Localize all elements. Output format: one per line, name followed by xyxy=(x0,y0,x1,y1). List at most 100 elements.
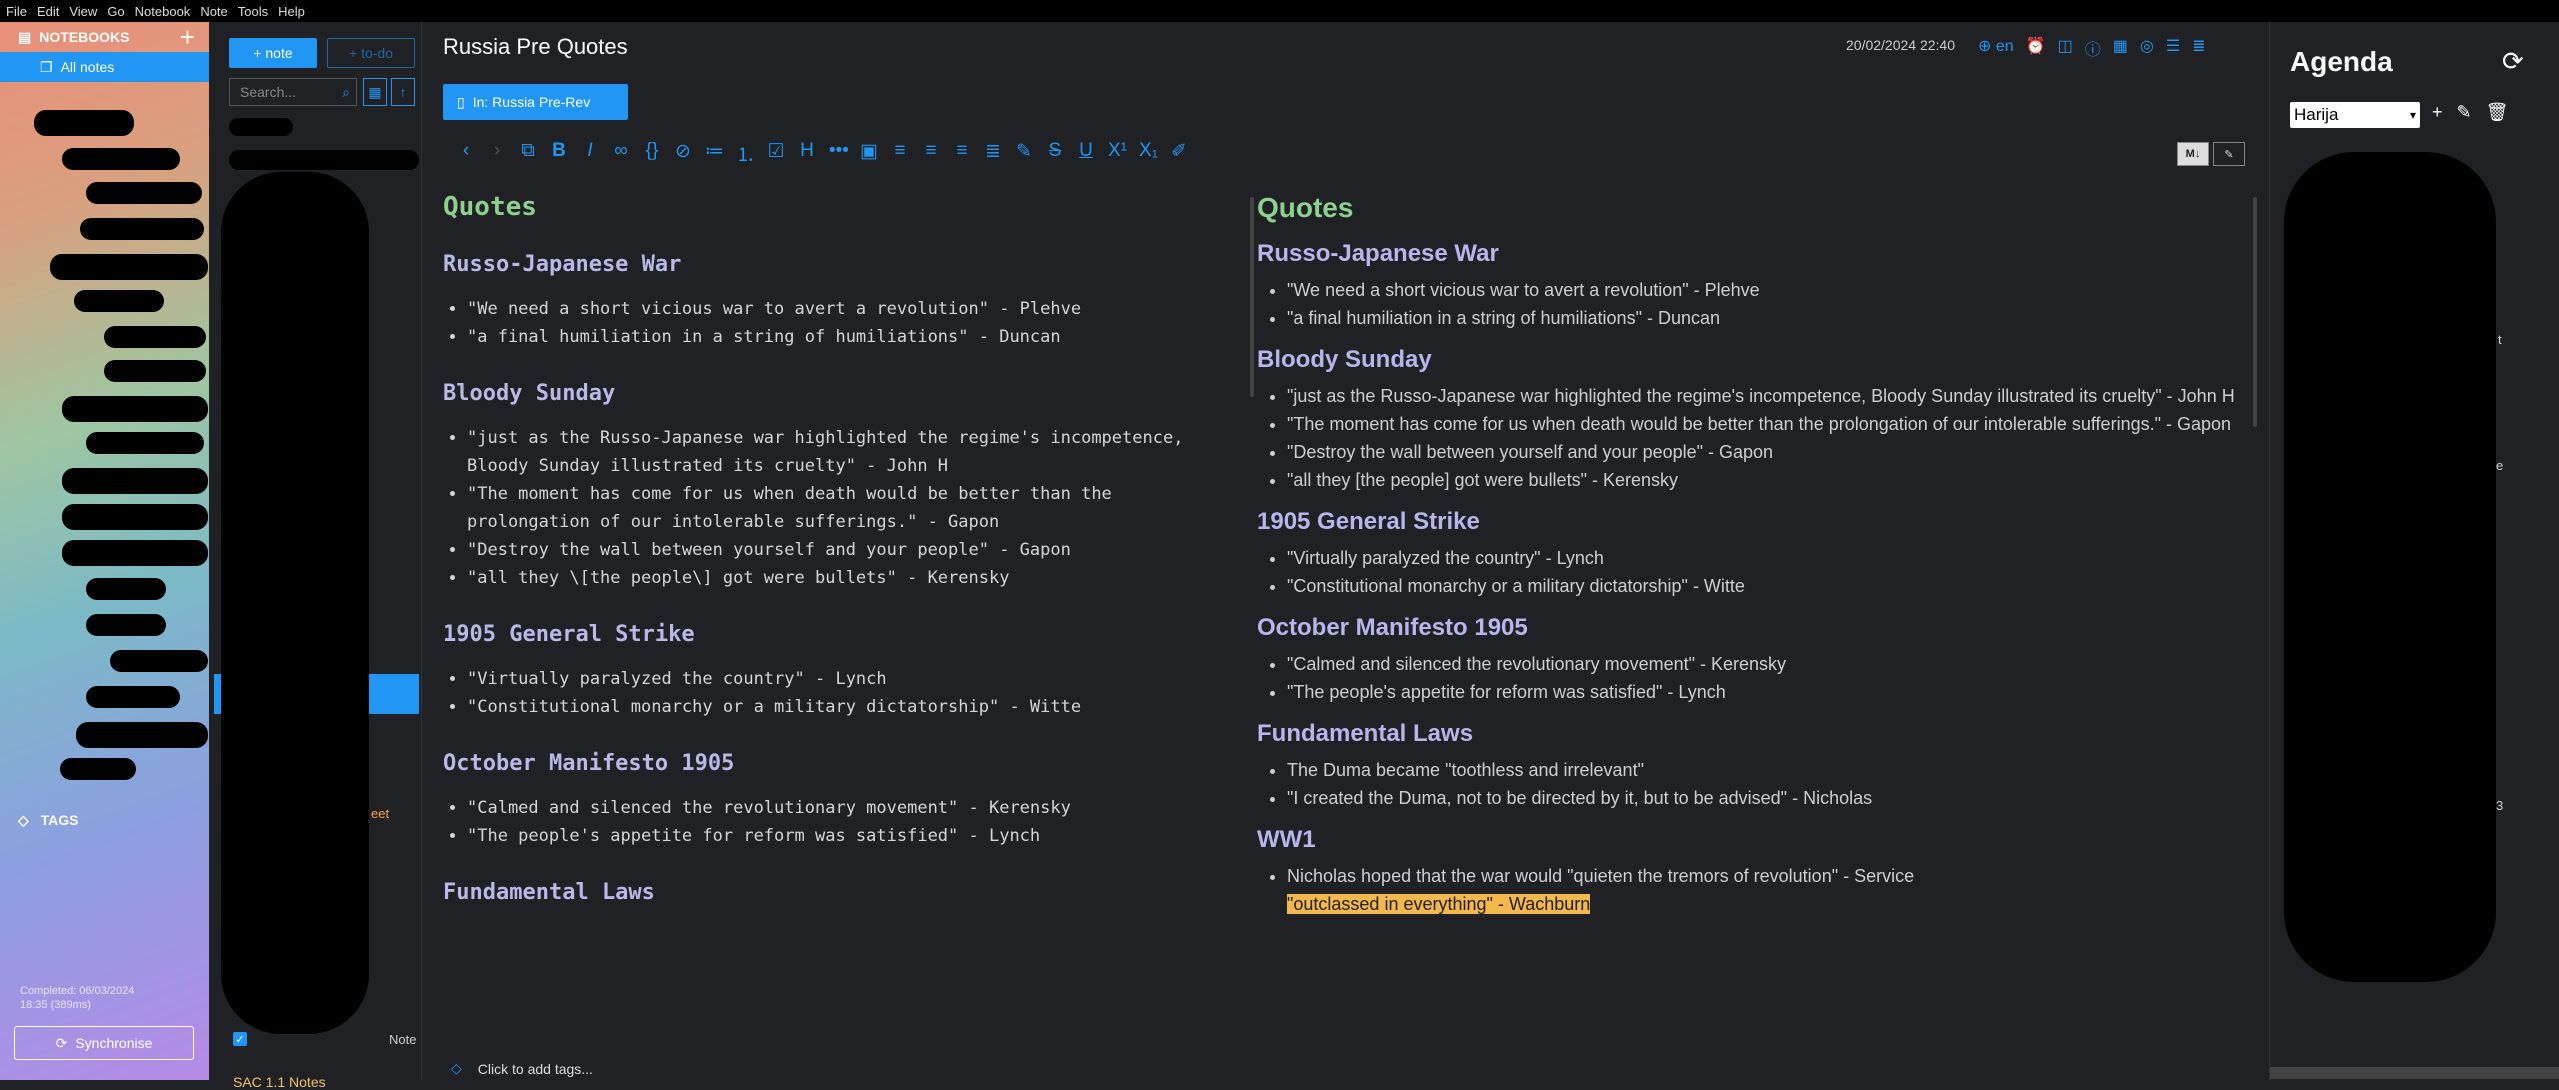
todo-checkbox[interactable]: ✓ xyxy=(233,1032,247,1046)
info-icon[interactable]: ⓘ xyxy=(2085,36,2101,60)
highlight-icon[interactable]: ✎ xyxy=(1015,140,1033,167)
synchronise-button[interactable]: ⟳ Synchronise xyxy=(14,1026,194,1060)
menu-icon[interactable]: ≣ xyxy=(2192,36,2205,60)
bold-icon[interactable]: B xyxy=(550,140,568,167)
add-icon[interactable]: + xyxy=(2432,102,2443,123)
redacted-notebook[interactable] xyxy=(80,218,204,240)
layout-icon[interactable]: ◫ xyxy=(2058,36,2073,60)
tag-icon: ◇ xyxy=(18,812,29,828)
redacted-notebook[interactable] xyxy=(86,432,204,454)
redacted-notebook[interactable] xyxy=(86,578,166,600)
calendar-icon[interactable]: ▦ xyxy=(363,78,387,106)
redacted-note[interactable] xyxy=(229,150,419,170)
code-icon[interactable]: {} xyxy=(643,140,661,167)
person-select-value: Harija xyxy=(2294,105,2339,124)
redacted-notebook[interactable] xyxy=(76,722,208,748)
new-todo-button[interactable]: + to-do xyxy=(327,38,415,68)
menu-item-note[interactable]: Note xyxy=(200,4,227,19)
calendar-icon[interactable]: ▦ xyxy=(2113,36,2128,60)
target-icon[interactable]: ◎ xyxy=(2140,36,2154,60)
redacted-notebook[interactable] xyxy=(62,540,208,566)
strikethrough-icon[interactable]: S xyxy=(1046,140,1064,167)
alarm-icon[interactable]: ⏰ xyxy=(2026,36,2046,60)
globe-icon[interactable]: ⊕ en xyxy=(1978,36,2014,60)
refresh-icon[interactable]: ⟳ xyxy=(2502,46,2524,77)
redacted-notebook[interactable] xyxy=(62,148,180,170)
trash-icon[interactable]: 🗑 xyxy=(2486,102,2509,123)
markdown-mode-button[interactable]: M↓ xyxy=(2177,142,2209,166)
list-icon[interactable]: ☰ xyxy=(2166,36,2180,60)
align-left-icon[interactable]: ≡ xyxy=(891,140,909,167)
menu-item-help[interactable]: Help xyxy=(278,4,305,19)
link-icon[interactable]: ∞ xyxy=(612,140,630,167)
redacted-notebook[interactable] xyxy=(74,290,164,312)
notebook-chip[interactable]: ▯ In: Russia Pre-Rev xyxy=(443,84,628,120)
note-title[interactable]: Russia Pre Quotes xyxy=(443,34,628,60)
preview-scrollbar[interactable] xyxy=(2253,197,2257,427)
underline-icon[interactable]: U xyxy=(1077,140,1095,167)
align-right-icon[interactable]: ≡ xyxy=(953,140,971,167)
source-scrollbar[interactable] xyxy=(1250,197,1254,397)
chevron-down-icon: ▾ xyxy=(2409,108,2416,122)
numbered-list-icon[interactable]: ⒈ xyxy=(736,140,755,167)
redacted-notebook[interactable] xyxy=(86,182,202,204)
more-icon[interactable]: ••• xyxy=(829,140,849,167)
redacted-notebook[interactable] xyxy=(86,614,166,636)
superscript-icon[interactable]: X¹ xyxy=(1108,140,1127,167)
note-fragment: eet xyxy=(371,806,390,821)
menu-item-file[interactable]: File xyxy=(6,4,27,19)
back-icon[interactable]: ‹ xyxy=(457,140,475,167)
note-editor: Russia Pre Quotes 20/02/2024 22:40 ⊕ en … xyxy=(423,22,2268,1080)
heading-icon[interactable]: H xyxy=(798,140,816,167)
menu-item-view[interactable]: View xyxy=(69,4,97,19)
notebooks-header[interactable]: ▤ NOTEBOOKS + xyxy=(0,22,209,52)
preview-list: "Virtually paralyzed the country" - Lync… xyxy=(1257,546,2277,598)
insert-date-icon[interactable]: ▣ xyxy=(860,140,878,167)
redacted-notebook[interactable] xyxy=(62,396,208,422)
checklist-icon[interactable]: ☑ xyxy=(767,140,785,167)
redacted-notebook[interactable] xyxy=(104,360,206,382)
person-select[interactable]: Harija ▾ xyxy=(2290,102,2420,128)
edit-icon[interactable]: ✎ xyxy=(2457,102,2472,123)
rich-text-mode-button[interactable]: ✎ xyxy=(2213,142,2245,166)
menu-item-go[interactable]: Go xyxy=(107,4,124,19)
redacted-notebook[interactable] xyxy=(62,468,208,494)
search-icon[interactable]: ⌕ xyxy=(342,84,350,101)
pen-icon[interactable]: ✐ xyxy=(1170,140,1188,167)
redacted-note[interactable] xyxy=(229,118,293,136)
tags-bar[interactable]: ◇ Click to add tags... xyxy=(451,1060,593,1077)
external-edit-icon[interactable]: ⧉ xyxy=(519,140,537,167)
notebook-icon: ▤ xyxy=(18,28,32,45)
add-notebook-button[interactable]: + xyxy=(180,22,195,53)
italic-icon[interactable]: I xyxy=(581,140,599,167)
preview-list-item: "Virtually paralyzed the country" - Lync… xyxy=(1287,546,2277,570)
synchronise-label: Synchronise xyxy=(75,1035,153,1051)
search-input[interactable]: Search... ⌕ xyxy=(229,78,357,106)
redacted-notebook[interactable] xyxy=(104,326,206,348)
tags-header[interactable]: ◇ TAGS xyxy=(18,812,79,829)
forward-icon[interactable]: › xyxy=(488,140,506,167)
redacted-notebook[interactable] xyxy=(110,650,208,672)
attach-icon[interactable]: ⊘ xyxy=(674,140,692,167)
preview-list-item: "Destroy the wall between yourself and y… xyxy=(1287,440,2277,464)
menu-item-tools[interactable]: Tools xyxy=(238,4,268,19)
redacted-note-list[interactable] xyxy=(221,172,369,1034)
sort-order-icon[interactable]: ↑ xyxy=(391,78,415,106)
menu-item-notebook[interactable]: Notebook xyxy=(135,4,191,19)
bullet-list-icon[interactable]: ≔ xyxy=(705,140,724,167)
redacted-notebook[interactable] xyxy=(86,686,180,708)
redacted-notebook[interactable] xyxy=(34,110,134,136)
sync-status-time: 18:35 (389ms) xyxy=(20,999,91,1011)
redacted-notebook[interactable] xyxy=(62,504,208,530)
new-note-button[interactable]: + note xyxy=(229,38,317,68)
all-notes-item[interactable]: ❐ All notes xyxy=(0,52,209,82)
menu-item-edit[interactable]: Edit xyxy=(37,4,59,19)
justify-icon[interactable]: ≣ xyxy=(984,140,1002,167)
agenda-scrollbar[interactable] xyxy=(2270,1067,2559,1079)
subscript-icon[interactable]: X₁ xyxy=(1139,140,1158,167)
align-center-icon[interactable]: ≡ xyxy=(922,140,940,167)
note-item-sac[interactable]: SAC 1.1 Notes xyxy=(233,1074,326,1090)
redacted-notebook[interactable] xyxy=(60,758,136,780)
redacted-notebook[interactable] xyxy=(50,254,208,280)
markdown-source[interactable]: Quotes Russo-Japanese War "We need a short… xyxy=(443,192,1233,1040)
